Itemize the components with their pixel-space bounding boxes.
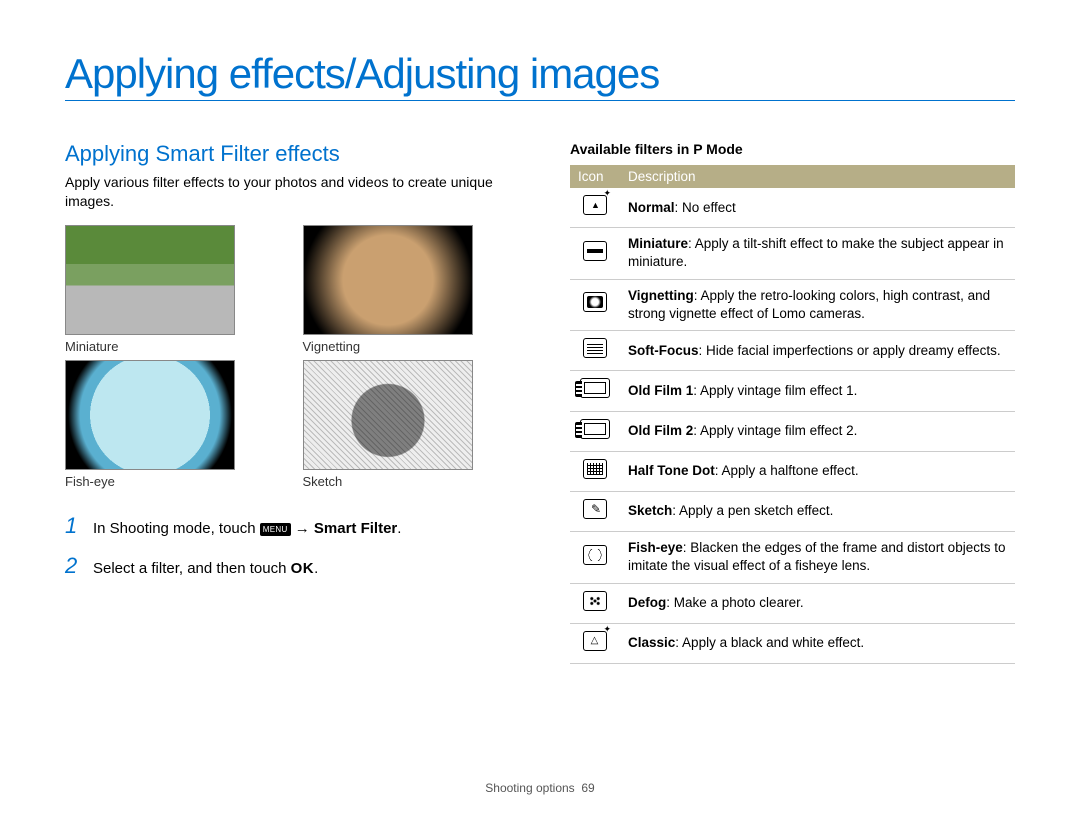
footer-section: Shooting options: [485, 781, 574, 795]
ic-film2-icon: [580, 419, 610, 439]
steps-list: 1 In Shooting mode, touch MENU → Smart F…: [65, 513, 510, 579]
table-row: Half Tone Dot: Apply a halftone effect.: [570, 451, 1015, 491]
ic-normal-icon: [583, 195, 607, 215]
thumbnail-label: Sketch: [303, 474, 511, 489]
table-row: Soft-Focus: Hide facial imperfections or…: [570, 331, 1015, 371]
filter-icon-cell: [570, 411, 620, 451]
filter-description-cell: Soft-Focus: Hide facial imperfections or…: [620, 331, 1015, 371]
ic-classic-icon: [583, 631, 607, 651]
table-row: Vignetting: Apply the retro-looking colo…: [570, 279, 1015, 330]
footer-page-number: 69: [581, 781, 594, 795]
filter-name: Classic: [628, 635, 675, 650]
filter-name: Soft-Focus: [628, 343, 699, 358]
ic-sketch-icon: [583, 499, 607, 519]
smart-filter-label: Smart Filter: [314, 520, 397, 537]
ic-half-icon: [583, 459, 607, 479]
filter-name: Miniature: [628, 236, 688, 251]
thumbnail-image: [65, 360, 235, 470]
table-row: Miniature: Apply a tilt-shift effect to …: [570, 228, 1015, 279]
step-1: 1 In Shooting mode, touch MENU → Smart F…: [65, 513, 510, 539]
step-text-pre: Select a filter, and then touch: [93, 560, 291, 577]
right-column: Available filters in P Mode Icon Descrip…: [570, 141, 1015, 664]
filter-name: Sketch: [628, 503, 672, 518]
filter-description-cell: Normal: No effect: [620, 188, 1015, 228]
filter-description-cell: Miniature: Apply a tilt-shift effect to …: [620, 228, 1015, 279]
thumbnail-image: [303, 225, 473, 335]
step-text: In Shooting mode, touch MENU → Smart Fil…: [93, 520, 401, 537]
table-row: Sketch: Apply a pen sketch effect.: [570, 491, 1015, 531]
filter-name: Normal: [628, 200, 675, 215]
thumbnail-image: [65, 225, 235, 335]
menu-icon: MENU: [260, 523, 291, 536]
thumbnail: Miniature: [65, 225, 273, 354]
filter-icon-cell: [570, 188, 620, 228]
filter-description-cell: Fish-eye: Blacken the edges of the frame…: [620, 532, 1015, 583]
filter-icon-cell: [570, 532, 620, 583]
filter-name: Fish-eye: [628, 540, 683, 555]
thumbnail-label: Fish-eye: [65, 474, 273, 489]
table-row: Defog: Make a photo clearer.: [570, 583, 1015, 623]
thumbnail: Sketch: [303, 360, 511, 489]
page-footer: Shooting options 69: [0, 781, 1080, 795]
filter-description-cell: Old Film 2: Apply vintage film effect 2.: [620, 411, 1015, 451]
filter-description-cell: Sketch: Apply a pen sketch effect.: [620, 491, 1015, 531]
arrow: →: [291, 520, 314, 537]
filters-table: Icon Description Normal: No effectMiniat…: [570, 165, 1015, 664]
thumbnail-label: Vignetting: [303, 339, 511, 354]
ic-vign-icon: [583, 292, 607, 312]
thumbnail-grid: Miniature Vignetting Fish-eye Sketch: [65, 225, 510, 489]
ic-soft-icon: [583, 338, 607, 358]
table-title: Available filters in P Mode: [570, 141, 1015, 157]
filter-icon-cell: [570, 623, 620, 663]
filter-icon-cell: [570, 491, 620, 531]
th-icon: Icon: [570, 165, 620, 188]
thumbnail: Fish-eye: [65, 360, 273, 489]
thumbnail-label: Miniature: [65, 339, 273, 354]
ic-defog-icon: [583, 591, 607, 611]
filter-description-cell: Vignetting: Apply the retro-looking colo…: [620, 279, 1015, 330]
left-column: Applying Smart Filter effects Apply vari…: [65, 141, 510, 664]
filter-icon-cell: [570, 451, 620, 491]
step-text-pre: In Shooting mode, touch: [93, 520, 260, 537]
filter-description-cell: Old Film 1: Apply vintage film effect 1.: [620, 371, 1015, 411]
filter-description-cell: Classic: Apply a black and white effect.: [620, 623, 1015, 663]
ic-fish-icon: [583, 545, 607, 565]
step-text: Select a filter, and then touch OK.: [93, 560, 318, 577]
table-row: Old Film 1: Apply vintage film effect 1.: [570, 371, 1015, 411]
filter-icon-cell: [570, 331, 620, 371]
page-title: Applying effects/Adjusting images: [65, 50, 1015, 101]
table-row: Classic: Apply a black and white effect.: [570, 623, 1015, 663]
section-intro: Apply various filter effects to your pho…: [65, 173, 510, 211]
thumbnail-image: [303, 360, 473, 470]
filter-icon-cell: [570, 228, 620, 279]
th-description: Description: [620, 165, 1015, 188]
table-row: Old Film 2: Apply vintage film effect 2.: [570, 411, 1015, 451]
section-title: Applying Smart Filter effects: [65, 141, 510, 167]
ok-icon: OK: [291, 560, 315, 577]
filter-icon-cell: [570, 371, 620, 411]
filter-name: Old Film 2: [628, 423, 693, 438]
table-row: Fish-eye: Blacken the edges of the frame…: [570, 532, 1015, 583]
thumbnail: Vignetting: [303, 225, 511, 354]
ic-film1-icon: [580, 378, 610, 398]
filter-description-cell: Defog: Make a photo clearer.: [620, 583, 1015, 623]
step-number: 2: [65, 553, 83, 579]
table-row: Normal: No effect: [570, 188, 1015, 228]
filter-name: Old Film 1: [628, 383, 693, 398]
filter-description-cell: Half Tone Dot: Apply a halftone effect.: [620, 451, 1015, 491]
step-number: 1: [65, 513, 83, 539]
filter-name: Vignetting: [628, 288, 694, 303]
step-2: 2 Select a filter, and then touch OK.: [65, 553, 510, 579]
filter-icon-cell: [570, 583, 620, 623]
ic-mini-icon: [583, 241, 607, 261]
filter-icon-cell: [570, 279, 620, 330]
filter-name: Defog: [628, 595, 666, 610]
filter-name: Half Tone Dot: [628, 463, 715, 478]
